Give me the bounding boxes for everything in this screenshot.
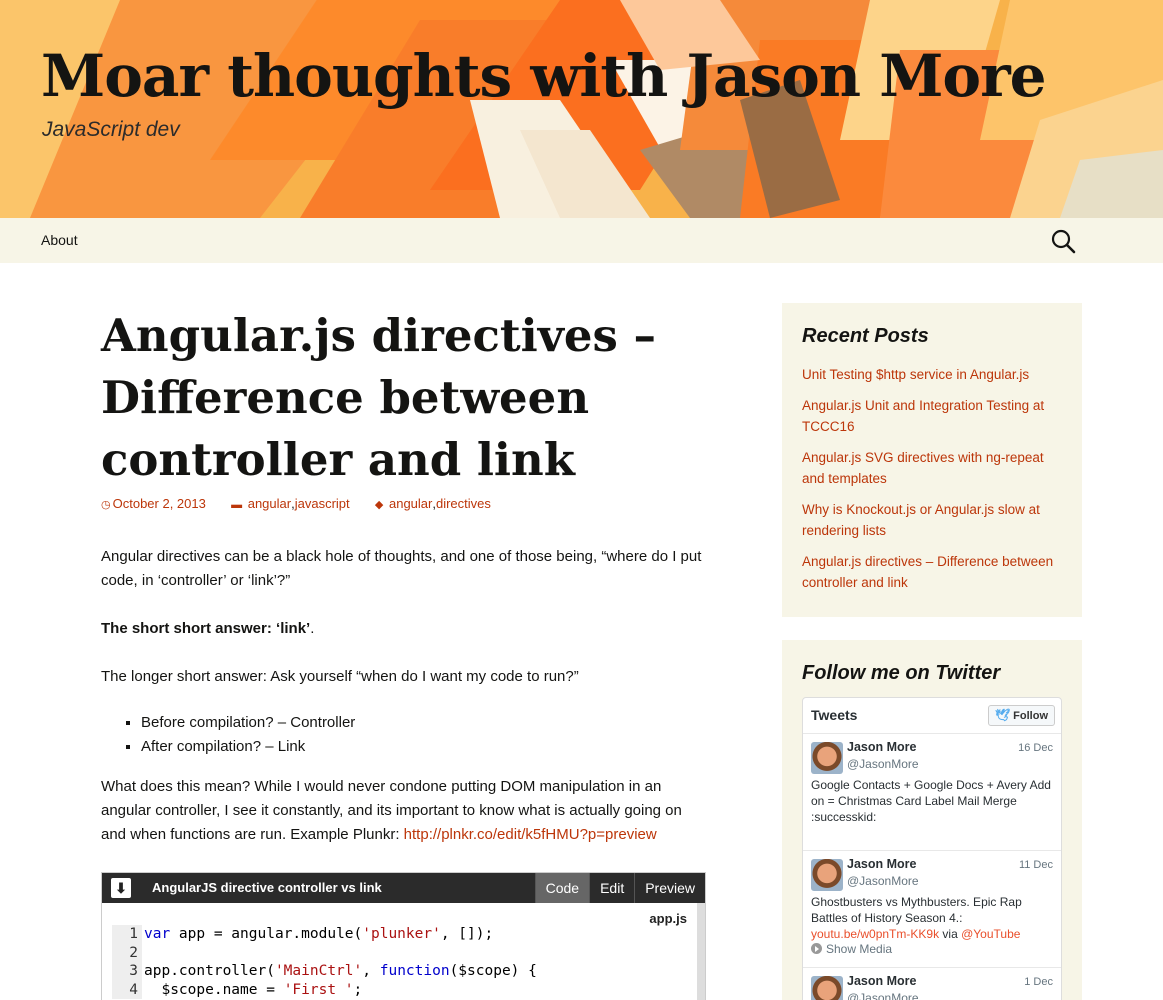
recent-posts-list: Unit Testing $http service in Angular.js… — [802, 364, 1062, 603]
short-answer: The short short answer: ‘link’ — [101, 620, 311, 637]
site-description: JavaScript dev — [42, 118, 180, 141]
list-item: Before compilation? – Controller — [141, 711, 711, 735]
recent-post-link[interactable]: Angular.js Unit and Integration Testing … — [802, 395, 1062, 437]
embed-title: AngularJS directive controller vs link — [152, 880, 382, 895]
embed-tabs: Code Edit Preview — [534, 873, 705, 903]
embed-toolbar: ⬇ AngularJS directive controller vs link… — [102, 873, 705, 903]
twitter-widget: Follow me on Twitter Tweets 🕊 Follow Jaso… — [782, 640, 1082, 1000]
recent-post-link[interactable]: Unit Testing $http service in Angular.js — [802, 364, 1062, 385]
plunker-embed: ⬇ AngularJS directive controller vs link… — [101, 872, 706, 1000]
embed-scrollbar[interactable] — [697, 903, 705, 1000]
tweet-link[interactable]: youtu.be/w0pnTm-KK9k — [811, 927, 939, 941]
post-content: Angular directives can be a black hole o… — [101, 545, 711, 871]
tag-icon: ◆ — [374, 499, 384, 511]
code-text: $scope.name = 'First '; — [144, 981, 363, 998]
paragraph: The longer short answer: Ask yourself “w… — [101, 668, 579, 685]
widget-title: Recent Posts — [802, 325, 929, 347]
play-icon — [811, 943, 822, 954]
tweet-handle[interactable]: @JasonMore — [847, 874, 919, 888]
tweet-author[interactable]: Jason More — [847, 974, 916, 988]
avatar[interactable] — [811, 742, 843, 774]
tab-code[interactable]: Code — [534, 873, 590, 903]
tweet-date[interactable]: 1 Dec — [1024, 976, 1053, 988]
line-number: 3 — [112, 962, 142, 981]
code-text: var app = angular.module('plunker', []); — [144, 926, 494, 942]
tweet-mention[interactable]: @YouTube — [961, 927, 1020, 941]
line-number: 4 — [112, 980, 142, 999]
twitter-header: Tweets 🕊 Follow — [803, 698, 1061, 734]
line-number: 1 — [112, 925, 142, 944]
paragraph: The short short answer: ‘link’. — [101, 620, 315, 637]
post-meta: ◷ October 2, 2013 ▬ angular, javascript ◆… — [101, 496, 491, 511]
site-title[interactable]: Moar thoughts with Jason More — [41, 42, 1047, 110]
category-link[interactable]: javascript — [295, 496, 350, 511]
code-text: app.controller('MainCtrl', function($sco… — [144, 963, 537, 979]
main-navigation: About — [0, 218, 1163, 263]
paragraph: Angular directives can be a black hole o… — [101, 548, 702, 589]
tweet-text: Google Contacts + Google Docs + Avery Ad… — [811, 778, 1051, 824]
tweet-handle[interactable]: @JasonMore — [847, 757, 919, 771]
code-line: 4 $scope.name = 'First '; — [112, 980, 695, 999]
post-date[interactable]: ◷ October 2, 2013 — [101, 496, 206, 511]
tag-link[interactable]: angular — [389, 496, 432, 511]
recent-post-link[interactable]: Angular.js directives – Difference betwe… — [802, 551, 1062, 593]
tweet-handle[interactable]: @JasonMore — [847, 991, 919, 1000]
tag-link[interactable]: directives — [436, 496, 491, 511]
recent-posts-widget: Recent Posts Unit Testing $http service … — [782, 303, 1082, 617]
folder-icon: ▬ — [231, 499, 243, 511]
tweet-author[interactable]: Jason More — [847, 857, 916, 871]
nav-item-about[interactable]: About — [41, 232, 78, 248]
tweet-author[interactable]: Jason More — [847, 740, 916, 754]
recent-post-link[interactable]: Why is Knockout.js or Angular.js slow at… — [802, 499, 1062, 541]
tweet: Jason More @JasonMore 1 Dec — [803, 968, 1061, 1000]
bullet-list: Before compilation? – Controller After c… — [141, 711, 711, 759]
post-title[interactable]: Angular.js directives – Difference betwe… — [101, 305, 701, 491]
download-icon[interactable]: ⬇ — [111, 878, 131, 898]
tab-preview[interactable]: Preview — [634, 873, 705, 903]
code-block: 1 var app = angular.module('plunker', [])… — [112, 925, 695, 999]
tweet: Jason More @JasonMore 11 Dec Ghostbuster… — [803, 851, 1061, 968]
file-name: app.js — [649, 911, 687, 926]
widget-title: Follow me on Twitter — [802, 662, 1001, 684]
twitter-bird-icon: 🕊 — [994, 708, 1011, 722]
plunkr-link[interactable]: http://plnkr.co/edit/k5fHMU?p=preview — [404, 826, 657, 843]
tweet-date[interactable]: 11 Dec — [1019, 859, 1053, 871]
show-media-button[interactable]: Show Media — [811, 942, 892, 956]
paragraph: What does this mean? While I would never… — [101, 778, 682, 843]
tweet-date[interactable]: 16 Dec — [1018, 742, 1053, 754]
site-header: Moar thoughts with Jason More JavaScript… — [0, 0, 1163, 218]
twitter-timeline: Tweets 🕊 Follow Jason More @JasonMore 16 … — [802, 697, 1062, 1000]
tweet: Jason More @JasonMore 16 Dec Google Cont… — [803, 734, 1061, 851]
code-line: 3 app.controller('MainCtrl', function($sc… — [112, 962, 695, 981]
line-number: 2 — [112, 943, 142, 962]
tweet-text: Ghostbusters vs Mythbusters. Epic Rap Ba… — [811, 895, 1022, 941]
follow-button[interactable]: 🕊 Follow — [987, 705, 1055, 726]
list-item: After compilation? – Link — [141, 735, 711, 759]
search-icon[interactable] — [1050, 228, 1076, 254]
avatar[interactable] — [811, 859, 843, 891]
clock-icon: ◷ — [101, 499, 111, 511]
category-link[interactable]: angular — [248, 496, 291, 511]
code-line: 1 var app = angular.module('plunker', [])… — [112, 925, 695, 944]
avatar[interactable] — [811, 976, 843, 1000]
code-line: 2 — [112, 943, 695, 963]
tab-edit[interactable]: Edit — [589, 873, 634, 903]
tweets-heading: Tweets — [811, 707, 858, 723]
recent-post-link[interactable]: Angular.js SVG directives with ng-repeat… — [802, 447, 1062, 489]
